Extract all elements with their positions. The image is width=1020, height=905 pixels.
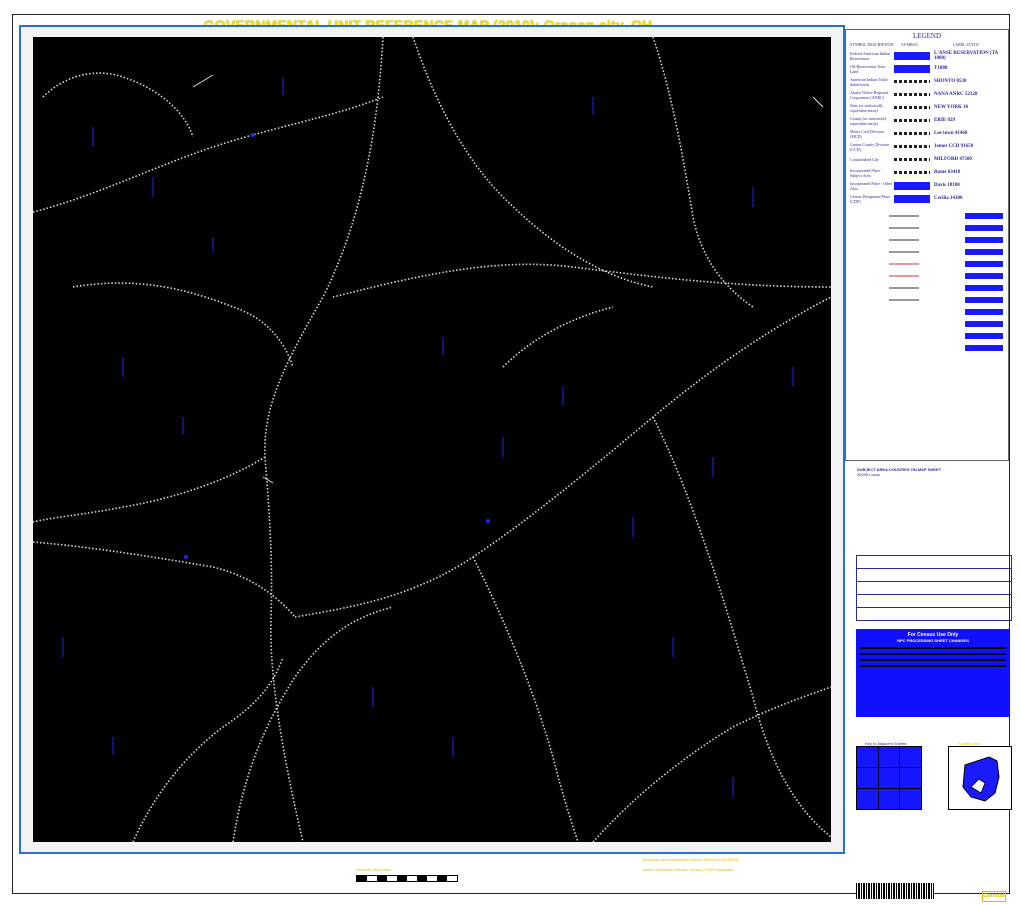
scale-bar [356,875,458,882]
legend-label: MILFORD 47500 [934,157,972,162]
legend-row: County (or statistically equivalent enti… [846,114,1008,127]
map-canvas[interactable] [33,37,831,842]
census-box-subtitle: NPC PROCESSING SHEET CHANGES [897,638,969,643]
legend-symbol [894,181,930,190]
legend-row: Minor Civil Division (MCD) Lee town 41460 [846,127,1008,140]
legend-desc: County (or statistically equivalent enti… [850,115,887,126]
legend-row: Off-Reservation Trust Land T1880 [846,62,1008,75]
table-row [857,582,1011,595]
legend-header-desc: SYMBOL DESCRIPTION [850,42,894,47]
legend-label: Cecilia 14380 [934,196,963,201]
divider [860,647,1006,649]
legend-symbol [894,64,930,73]
legend-symbol [894,158,930,161]
legend-symbol [894,194,930,203]
legend-desc: Census Designated Place (CDP) [850,193,891,204]
legend-label: NEW YORK 36 [934,105,969,110]
legend-row: Census County Division (CCD) Jemez CCD 91… [846,140,1008,153]
table-row [857,595,1011,608]
barcode [856,883,934,899]
adjacent-sheet-cell[interactable] [900,768,921,788]
legend-row: Incorporated Place / Other Area Davis 181… [846,179,1008,192]
census-logo: Census [982,891,1006,902]
census-use-box: For Census Use Only NPC PROCESSING SHEET… [856,629,1010,717]
legend-desc: Census County Division (CCD) [850,141,890,152]
legend-symbol [894,51,930,60]
legend-row: State (or statistically equivalent entit… [846,101,1008,114]
subject-area-county: 39095 Lucas [857,472,880,477]
legend-row: Consolidated City MILFORD 47500 [846,153,1008,166]
legend-title: LEGEND [913,32,941,40]
table-row [857,569,1011,582]
legend-row: American Indian Tribal Subdivision SHONTO… [846,75,1008,88]
legend-symbol [894,93,930,96]
subject-area-block: SUBJECT AREA COUNTIES ON MAP SHEET 39095… [857,467,941,477]
legend-desc: American Indian Tribal Subdivision [850,76,888,87]
legend-panel: LEGEND SYMBOL DESCRIPTION SYMBOL LABEL S… [845,29,1009,461]
adjacent-sheet-cell[interactable] [878,768,900,788]
ohio-outline [962,756,1000,802]
legend-desc: Alaska Native Regional Corporation (ANRC… [850,89,889,100]
legend-symbol [894,171,930,174]
release-line: Boundary and Annexation Survey (BAS) for… [643,857,740,862]
legend-symbol [894,132,930,135]
legend-desc: Federal American Indian Reservation [850,50,890,61]
adjacent-sheet-cell[interactable] [900,789,921,809]
locator-map [948,746,1012,810]
legend-symbol [894,119,930,122]
map-sheet: GOVERNMENTAL UNIT REFERENCE MAP (2010): … [12,14,1012,902]
legend-row: Census Designated Place (CDP) Cecilia 143… [846,192,1008,205]
adjacent-sheet-cell[interactable] [878,747,900,767]
divider [860,665,1006,667]
scale-note: Geodetic Map Data [356,867,391,872]
legend-desc: Off-Reservation Trust Land [850,63,886,74]
map-frame [19,25,845,854]
adjacent-sheets-grid [856,746,922,810]
divider [860,653,1006,655]
adjacent-sheet-cell[interactable] [857,747,878,767]
legend-label: Davis 18100 [934,183,960,188]
adjacent-sheet-cell[interactable] [900,747,921,767]
adjacent-sheet-cell[interactable] [857,789,878,809]
legend-label: L'ANSE RESERVATION (TA 1880) [934,50,999,61]
legend-row: Alaska Native Regional Corporation (ANRC… [846,88,1008,101]
table-row [857,556,1011,569]
legend-desc: Minor Civil Division (MCD) [850,128,884,139]
legend-label: Jemez CCD 91650 [934,144,974,149]
legend-label: NANA ANRC 52120 [934,92,978,97]
divider [860,659,1006,661]
legend-desc: Consolidated City [850,157,879,162]
legend-header-symbol: SYMBOL [901,42,918,47]
legend-header-label: LABEL STYLE [952,42,979,47]
adjacent-sheet-cell[interactable] [878,789,900,809]
legend-row: Incorporated Place / Subject Area Rome 63… [846,166,1008,179]
title-block-table [856,555,1012,621]
legend-desc: State (or statistically equivalent entit… [850,102,883,113]
legend-label: SHONTO 0530 [934,79,967,84]
legend-row: Federal American Indian Reservation L'ANS… [846,49,1008,62]
legend-label: T1880 [934,66,948,71]
adjacent-sheet-cell[interactable] [857,768,878,788]
legend-label: Lee town 41460 [934,131,968,136]
legend-label: Rome 63418 [934,170,961,175]
legend-symbol [894,145,930,148]
legend-symbol [894,106,930,109]
legend-label: ERIE 029 [934,118,955,123]
feature-symbols [889,213,1003,351]
legend-header: SYMBOL DESCRIPTION SYMBOL LABEL STYLE [846,40,1008,49]
legend-desc: Incorporated Place / Subject Area [850,167,883,178]
legend-symbol [894,80,930,83]
legend-desc: Incorporated Place / Other Area [850,180,893,191]
road-network [33,37,831,842]
source-line: Base Information Source: Census TIGER da… [643,867,734,872]
